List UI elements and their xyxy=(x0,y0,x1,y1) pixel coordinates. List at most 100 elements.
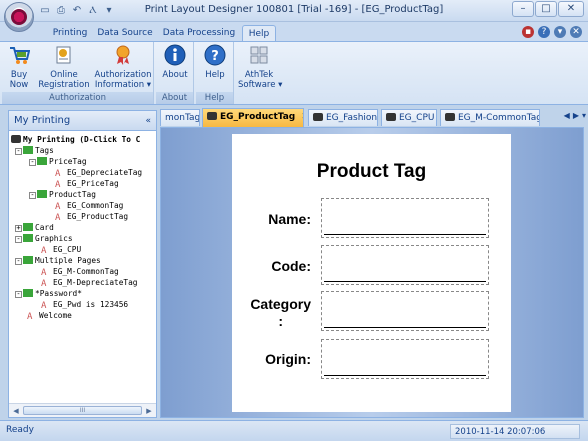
code-field-box[interactable] xyxy=(321,245,489,285)
expander-icon[interactable]: - xyxy=(15,148,22,155)
authorization-information-button[interactable]: Authorization Information ▾ xyxy=(94,44,152,90)
folder-icon xyxy=(23,289,33,297)
expander-icon[interactable]: - xyxy=(29,192,36,199)
doc-tab-label: EG_CPU xyxy=(399,113,435,123)
horizontal-scrollbar[interactable]: ◀ III ▶ xyxy=(9,403,156,417)
code-label[interactable]: Code: xyxy=(271,258,311,274)
panel-header[interactable]: My Printing « xyxy=(9,111,156,131)
tree-node-eg-cpu[interactable]: A EG_CPU xyxy=(41,244,81,256)
tree-node-eg-pricetag[interactable]: A EG_PriceTag xyxy=(55,178,119,190)
tab-scroll-right-icon[interactable]: ▶ xyxy=(573,111,579,120)
athtek-software-button[interactable]: AthTek Software ▾ xyxy=(238,44,282,90)
tab-data-source[interactable]: Data Source xyxy=(96,25,154,41)
group-label-help: Help xyxy=(196,92,233,104)
name-field-box[interactable] xyxy=(321,198,489,238)
tab-scroll-left-icon[interactable]: ◀ xyxy=(564,111,570,120)
printer-icon xyxy=(207,112,217,120)
tab-printing[interactable]: Printing xyxy=(48,25,92,41)
tree-node-tags[interactable]: - Tags xyxy=(15,145,54,156)
group-about: About About xyxy=(156,42,194,104)
help-button[interactable]: ? Help xyxy=(200,44,230,80)
doc-tab-eg-fashion[interactable]: EG_Fashion xyxy=(308,109,378,126)
label-file-icon: A xyxy=(55,169,61,179)
collapse-chevron-icon[interactable]: « xyxy=(145,111,151,131)
label-file-icon: A xyxy=(55,180,61,190)
doc-tab-label: EG_ProductTag xyxy=(220,112,296,122)
buy-now-label: Buy Now xyxy=(9,70,29,90)
title-bar: ▭ ⎙ ↶ Ⲁ ▾ Print Layout Designer 100801 [… xyxy=(0,0,588,32)
help-icon: ? xyxy=(204,44,226,66)
doc-tab-eg-m-commontag[interactable]: EG_M-CommonTag xyxy=(440,109,540,126)
skin-icon[interactable]: ▪ xyxy=(522,26,534,38)
label-page[interactable]: Product Tag Name: Code: Category : Origi… xyxy=(232,134,511,412)
restore-icon[interactable]: ▾ xyxy=(554,26,566,38)
tree-node-card[interactable]: + Card xyxy=(15,222,54,233)
tree-root[interactable]: My Printing (D-Click To C xyxy=(11,134,140,145)
design-canvas[interactable]: Product Tag Name: Code: Category : Origi… xyxy=(160,127,584,418)
name-label[interactable]: Name: xyxy=(268,211,311,227)
category-label[interactable]: Category : xyxy=(250,296,311,330)
printer-icon xyxy=(313,113,323,121)
label-title[interactable]: Product Tag xyxy=(232,161,511,183)
maximize-button[interactable]: □ xyxy=(535,1,557,17)
minimize-button[interactable]: – xyxy=(512,1,534,17)
tree-label: EG_Pwd is 123456 xyxy=(53,300,129,309)
tab-list-icon[interactable]: ▾ xyxy=(582,111,586,120)
buy-now-button[interactable]: Buy Now xyxy=(4,44,34,90)
online-registration-button[interactable]: Online Registration xyxy=(38,44,90,90)
expander-icon[interactable]: - xyxy=(15,258,22,265)
help-label: Help xyxy=(205,70,225,80)
tree-label: EG_ProductTag xyxy=(67,212,129,221)
tab-help[interactable]: Help xyxy=(242,25,276,41)
close-tab-icon[interactable]: ✕ xyxy=(301,112,303,122)
tree-node-producttag[interactable]: - ProductTag xyxy=(29,189,96,200)
close-doc-icon[interactable]: ✕ xyxy=(570,26,582,38)
close-button[interactable]: ✕ xyxy=(558,1,584,17)
tree-node-eg-depreciatetag[interactable]: A EG_DepreciateTag xyxy=(55,167,142,179)
tree-node-eg-m-depreciatetag[interactable]: A EG_M-DepreciateTag xyxy=(41,277,138,289)
label-file-icon: A xyxy=(27,312,33,322)
application-menu-button[interactable] xyxy=(4,2,34,32)
doc-tab-eg-producttag[interactable]: EG_ProductTag ✕ xyxy=(202,108,304,127)
help-icon[interactable]: ? xyxy=(538,26,550,38)
tree-label: Welcome xyxy=(39,311,72,320)
tree-node-multiple-pages[interactable]: - Multiple Pages xyxy=(15,255,101,266)
category-field-box[interactable] xyxy=(321,291,489,331)
status-bar: Ready 2010-11-14 20:07:06 xyxy=(0,420,588,441)
about-button[interactable]: About xyxy=(160,44,190,80)
doc-tab-commontag[interactable]: monTag xyxy=(160,109,200,126)
tree-node-eg-pwd[interactable]: A EG_Pwd is 123456 xyxy=(41,299,129,311)
tree-node-pricetag[interactable]: - PriceTag xyxy=(29,156,87,167)
expander-icon[interactable]: - xyxy=(29,159,36,166)
ribbon: Buy Now Online Registration Authorizatio… xyxy=(0,41,588,105)
tree-node-eg-commontag[interactable]: A EG_CommonTag xyxy=(55,200,123,212)
about-label: About xyxy=(162,70,188,80)
tree-label: PriceTag xyxy=(49,157,87,166)
doc-tab-label: EG_M-CommonTag xyxy=(458,113,540,123)
folder-icon xyxy=(23,146,33,154)
tree-node-password[interactable]: - *Password* xyxy=(15,288,82,299)
tree-node-eg-m-commontag[interactable]: A EG_M-CommonTag xyxy=(41,266,119,278)
ribbon-tab-row: Printing Data Source Data Processing Hel… xyxy=(0,22,588,41)
scroll-left-icon[interactable]: ◀ xyxy=(11,406,21,416)
window-title: Print Layout Designer 100801 [Trial -169… xyxy=(144,4,444,15)
doc-tab-eg-cpu[interactable]: EG_CPU xyxy=(381,109,437,126)
tree-node-graphics[interactable]: - Graphics xyxy=(15,233,73,244)
scroll-right-icon[interactable]: ▶ xyxy=(144,406,154,416)
tree-label: Multiple Pages xyxy=(35,256,101,265)
tab-data-processing[interactable]: Data Processing xyxy=(160,25,238,41)
status-text: Ready xyxy=(6,425,34,435)
group-label-about: About xyxy=(156,92,193,104)
expander-icon[interactable]: - xyxy=(15,236,22,243)
tree-node-welcome[interactable]: A Welcome xyxy=(27,310,72,322)
tree-label: *Password* xyxy=(35,289,82,298)
tree-node-eg-producttag[interactable]: A EG_ProductTag xyxy=(55,211,129,223)
origin-label[interactable]: Origin: xyxy=(265,351,311,367)
origin-field-box[interactable] xyxy=(321,339,489,379)
doc-tab-label: EG_Fashion xyxy=(326,113,378,123)
panel-title: My Printing xyxy=(14,115,71,126)
expander-icon[interactable]: - xyxy=(15,291,22,298)
status-datetime: 2010-11-14 20:07:06 xyxy=(450,424,580,439)
scroll-thumb[interactable]: III xyxy=(23,406,142,415)
expander-icon[interactable]: + xyxy=(15,225,22,232)
